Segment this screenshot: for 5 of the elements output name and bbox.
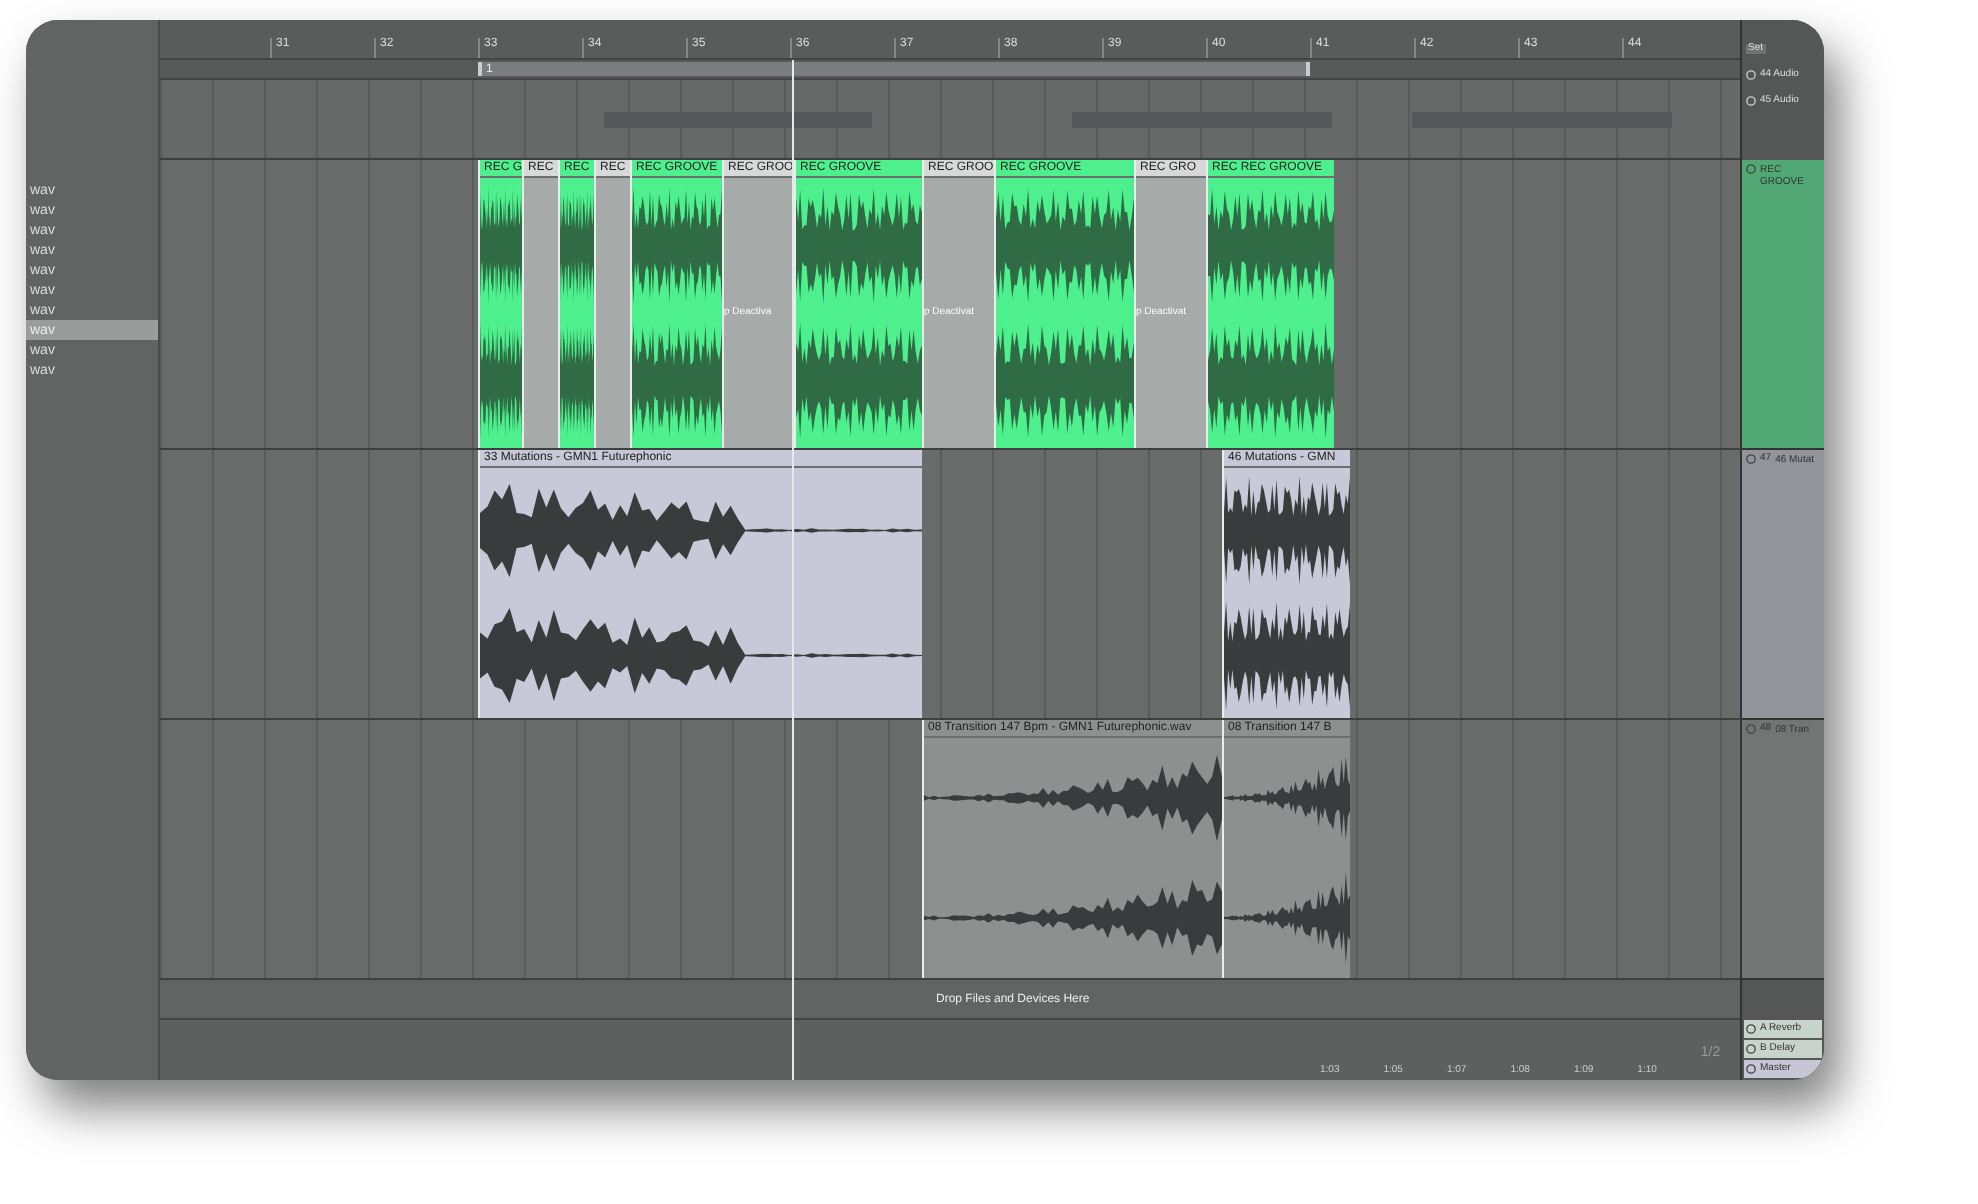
circle-icon[interactable] xyxy=(1746,454,1756,464)
circle-icon[interactable] xyxy=(1746,1024,1756,1034)
circle-icon[interactable] xyxy=(1746,1064,1756,1074)
circle-icon[interactable] xyxy=(1746,1044,1756,1054)
circle-icon[interactable] xyxy=(1746,164,1756,174)
